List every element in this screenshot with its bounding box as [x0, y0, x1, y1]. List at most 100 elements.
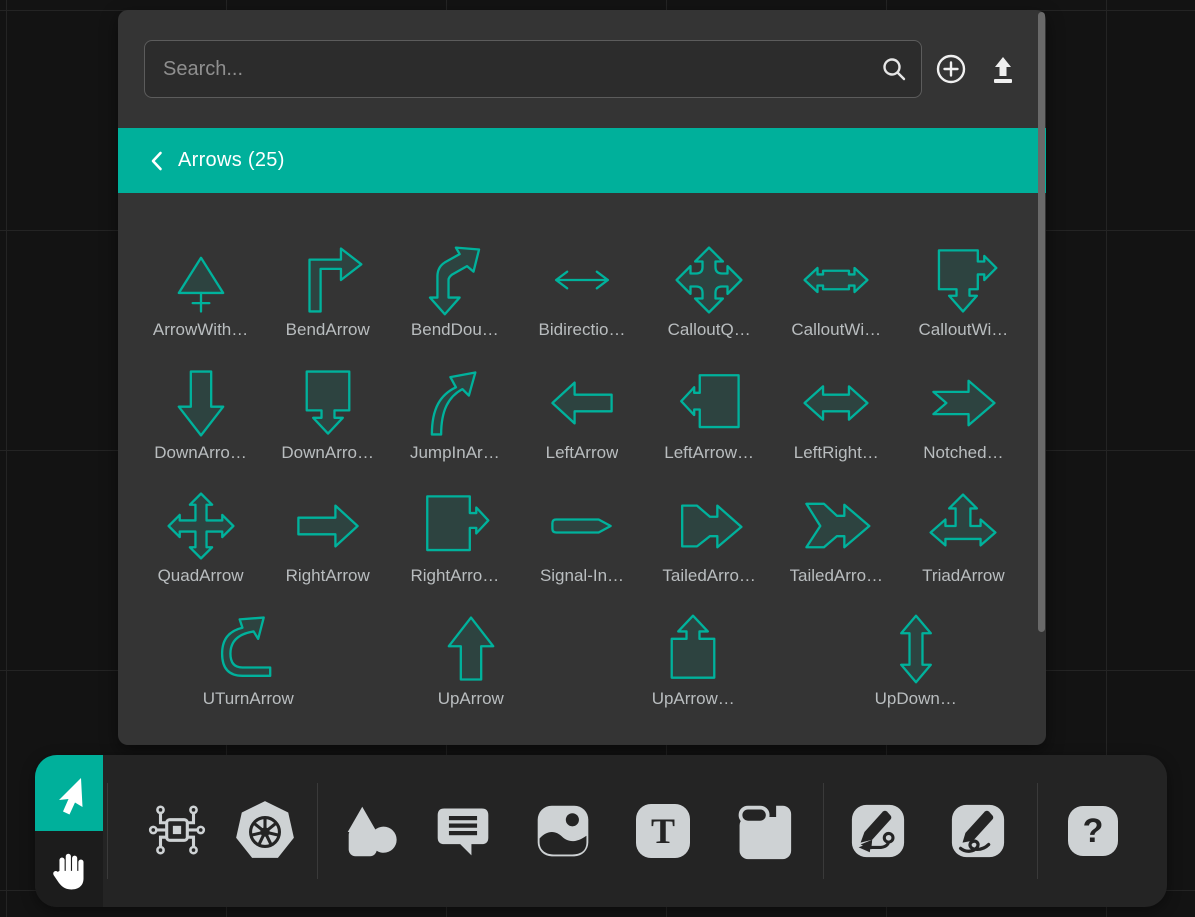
shape-label: LeftArrow…	[664, 443, 754, 463]
kubernetes-icon	[232, 798, 298, 864]
signal-in-icon	[545, 489, 619, 563]
comment-tool-button[interactable]	[433, 801, 493, 861]
shape-label: CalloutWi…	[919, 320, 1009, 340]
shape-item-right-arrow[interactable]: RightArrow	[264, 489, 391, 586]
note-tool-button[interactable]	[733, 801, 793, 861]
add-shape-button[interactable]	[929, 47, 973, 91]
hand-icon	[48, 848, 90, 890]
shape-item-callout-quad-arrow[interactable]: CalloutQ…	[646, 243, 773, 340]
shape-row-1: ArrowWith… BendArrow BendDou… Bidirectio…	[137, 243, 1027, 340]
left-arrow-callout-icon	[672, 366, 746, 440]
shapes-tool-button[interactable]	[339, 800, 401, 862]
pen-freehand-icon	[949, 802, 1007, 860]
callout-quad-arrow-icon	[672, 243, 746, 317]
shape-label: QuadArrow	[158, 566, 244, 586]
shape-label: BendArrow	[286, 320, 370, 340]
shape-item-bend-double-arrow[interactable]: BendDou…	[391, 243, 518, 340]
shape-row-2: DownArro… DownArro… JumpInAr… LeftArrow	[137, 366, 1027, 463]
shape-item-notched-right-arrow[interactable]: Notched…	[900, 366, 1027, 463]
help-button[interactable]: ?	[1068, 806, 1118, 856]
shape-label: RightArrow	[286, 566, 370, 586]
upload-button[interactable]	[981, 47, 1025, 91]
hand-tool-button[interactable]	[35, 831, 103, 907]
shape-item-bend-arrow[interactable]: BendArrow	[264, 243, 391, 340]
callout-right-down-arrows-icon	[926, 243, 1000, 317]
shape-item-triad-arrow[interactable]: TriadArrow	[900, 489, 1027, 586]
left-right-arrow-icon	[799, 366, 873, 440]
shape-label: Notched…	[923, 443, 1003, 463]
shape-item-callout-horizontal-arrows[interactable]: CalloutWi…	[773, 243, 900, 340]
select-tool-button[interactable]	[35, 755, 103, 831]
shape-item-left-arrow[interactable]: LeftArrow	[518, 366, 645, 463]
shape-label: UTurnArrow	[203, 689, 294, 709]
category-title: Arrows (25)	[178, 149, 285, 172]
bend-double-arrow-icon	[418, 243, 492, 317]
shape-label: RightArro…	[410, 566, 499, 586]
toolbar-divider	[107, 783, 108, 879]
arrow-with-base-icon	[164, 243, 238, 317]
shape-label: LeftRight…	[794, 443, 879, 463]
shape-item-up-arrow[interactable]: UpArrow	[360, 612, 583, 709]
shape-label: ArrowWith…	[153, 320, 248, 340]
shape-item-signal-in[interactable]: Signal-In…	[518, 489, 645, 586]
toolbar-divider	[1037, 783, 1038, 879]
shape-item-up-down-arrow[interactable]: UpDown…	[805, 612, 1028, 709]
circuit-tool-button[interactable]	[144, 798, 210, 864]
shape-grid: ArrowWith… BendArrow BendDou… Bidirectio…	[118, 193, 1046, 745]
shape-item-callout-right-down-arrows[interactable]: CalloutWi…	[900, 243, 1027, 340]
category-header-arrows[interactable]: Arrows (25)	[118, 128, 1046, 193]
shape-label: UpArrow…	[652, 689, 735, 709]
question-mark-icon: ?	[1068, 806, 1118, 856]
panel-scrollbar[interactable]	[1038, 12, 1045, 632]
toolbar-divider	[823, 783, 824, 879]
left-arrow-icon	[545, 366, 619, 440]
shape-label: TailedArro…	[790, 566, 884, 586]
shape-item-bidirectional-arrow[interactable]: Bidirectio…	[518, 243, 645, 340]
down-arrow-callout-icon	[291, 366, 365, 440]
upload-icon	[986, 52, 1020, 86]
notched-right-arrow-icon	[926, 366, 1000, 440]
shape-row-3: QuadArrow RightArrow RightArro… Signal-I…	[137, 489, 1027, 586]
shape-item-down-arrow-callout[interactable]: DownArro…	[264, 366, 391, 463]
shape-item-tailed-arrow-chevron[interactable]: TailedArro…	[773, 489, 900, 586]
shape-label: TailedArro…	[662, 566, 756, 586]
search-input[interactable]	[144, 40, 922, 98]
shape-item-jump-in-arrow[interactable]: JumpInAr…	[391, 366, 518, 463]
plus-circle-icon	[935, 53, 967, 85]
triad-arrow-icon	[926, 489, 1000, 563]
shape-item-down-arrow[interactable]: DownArro…	[137, 366, 264, 463]
shape-item-uturn-arrow[interactable]: UTurnArrow	[137, 612, 360, 709]
tailed-arrow-block-icon	[672, 489, 746, 563]
shape-item-tailed-arrow-block[interactable]: TailedArro…	[646, 489, 773, 586]
shape-label: CalloutWi…	[791, 320, 881, 340]
right-arrow-callout-icon	[418, 489, 492, 563]
image-icon	[533, 801, 593, 861]
shape-item-left-right-arrow[interactable]: LeftRight…	[773, 366, 900, 463]
shape-item-left-arrow-callout[interactable]: LeftArrow…	[646, 366, 773, 463]
shape-item-quad-arrow[interactable]: QuadArrow	[137, 489, 264, 586]
pen-connector-tool-button[interactable]	[849, 802, 907, 860]
uturn-arrow-icon	[211, 612, 285, 686]
up-down-arrow-icon	[879, 612, 953, 686]
right-arrow-icon	[291, 489, 365, 563]
toolbar-divider	[317, 783, 318, 879]
image-tool-button[interactable]	[533, 801, 593, 861]
quad-arrow-icon	[164, 489, 238, 563]
up-arrow-callout-icon	[656, 612, 730, 686]
shape-label: UpDown…	[875, 689, 957, 709]
circuit-icon	[144, 798, 210, 864]
shape-item-up-arrow-callout[interactable]: UpArrow…	[582, 612, 805, 709]
pen-freehand-tool-button[interactable]	[949, 802, 1007, 860]
bottom-toolbar: T ?	[35, 755, 1167, 907]
tailed-arrow-chevron-icon	[799, 489, 873, 563]
pointer-tool-group	[35, 755, 103, 907]
kubernetes-tool-button[interactable]	[232, 798, 298, 864]
text-tool-button[interactable]: T	[636, 804, 690, 858]
callout-horizontal-arrows-icon	[799, 243, 873, 317]
shape-item-right-arrow-callout[interactable]: RightArro…	[391, 489, 518, 586]
shape-label: BendDou…	[411, 320, 499, 340]
shapes-icon	[339, 800, 401, 862]
shape-library-panel: Arrows (25) ArrowWith… BendArrow	[118, 10, 1046, 745]
shape-item-arrow-with-base[interactable]: ArrowWith…	[137, 243, 264, 340]
search-icon	[880, 55, 908, 83]
